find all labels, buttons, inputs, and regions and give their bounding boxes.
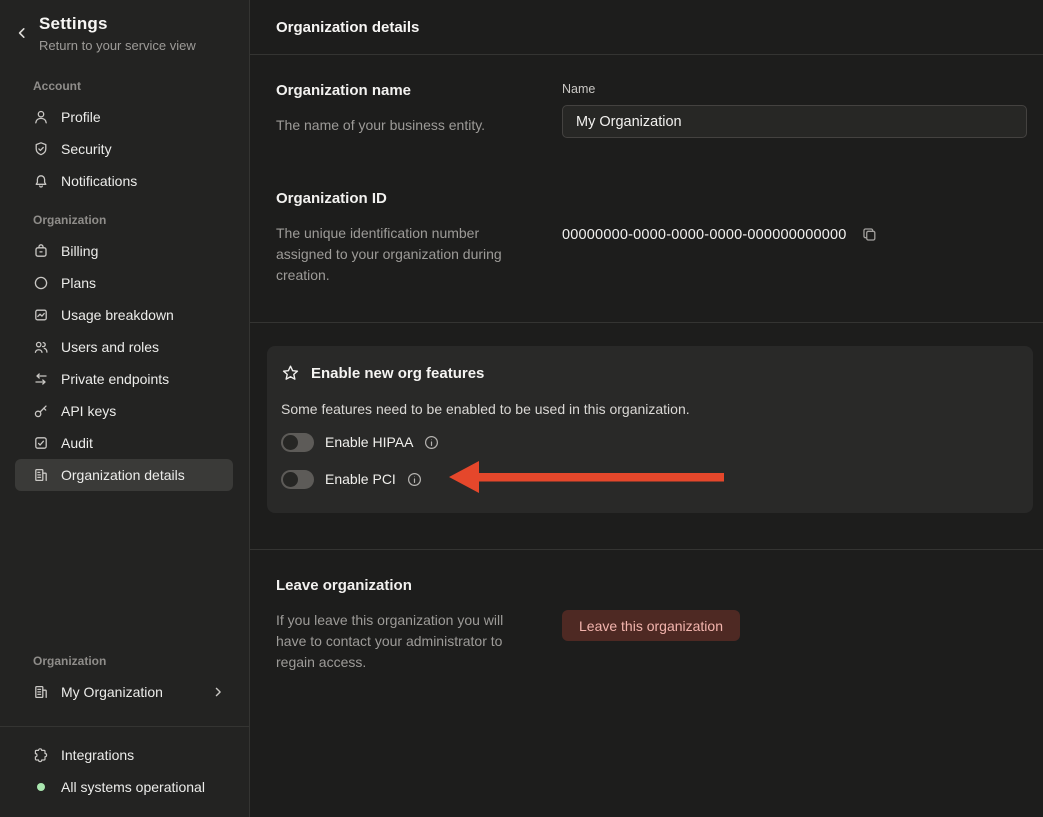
sidebar-footer: Integrations All systems operational [0,727,249,817]
main-content: Organization name The name of your busin… [250,55,1043,817]
org-switcher-name: My Organization [61,684,163,700]
section-divider [250,549,1043,550]
sidebar-bottom: Organization My Organization Integration… [0,654,249,817]
settings-page: Settings Return to your service view Acc… [0,0,1043,817]
audit-check-icon [33,435,49,451]
sidebar-item-audit[interactable]: Audit [15,427,233,459]
leave-org-heading: Leave organization [276,577,526,594]
status-dot-icon [33,783,49,791]
org-name-description: The name of your business entity. [276,115,526,136]
sidebar-item-plans[interactable]: Plans [15,267,233,299]
sidebar-item-label: Usage breakdown [61,307,174,323]
enable-pci-toggle[interactable] [281,470,314,489]
features-card: Enable new org features Some features ne… [267,346,1033,513]
section-label-organization: Organization [33,213,233,227]
org-id-value: 00000000-0000-0000-0000-000000000000 [562,227,847,243]
enable-hipaa-toggle[interactable] [281,433,314,452]
org-id-heading: Organization ID [276,190,526,207]
shield-icon [33,141,49,157]
sidebar-item-label: Billing [61,243,98,259]
name-field-label: Name [562,82,1027,96]
copy-icon[interactable] [861,226,878,243]
sidebar-item-billing[interactable]: Billing [15,235,233,267]
sidebar-item-label: API keys [61,403,116,419]
system-status-label: All systems operational [61,779,205,795]
sidebar-item-notifications[interactable]: Notifications [15,165,233,197]
org-switcher-label: Organization [33,654,233,668]
pci-toggle-label: Enable PCI [325,471,396,487]
org-name-section: Organization name The name of your busin… [250,82,1043,138]
sidebar-item-profile[interactable]: Profile [15,101,233,133]
sidebar-header: Settings Return to your service view [0,0,249,53]
sidebar-subtitle[interactable]: Return to your service view [39,38,196,53]
sidebar-item-label: Security [61,141,112,157]
building-icon [33,467,49,483]
sidebar-item-security[interactable]: Security [15,133,233,165]
sidebar-item-label: Organization details [61,467,185,483]
chevron-left-icon[interactable] [14,25,30,53]
arrows-swap-icon [33,371,49,387]
info-icon[interactable] [424,435,439,450]
sidebar-item-label: Integrations [61,747,134,763]
sidebar-item-label: Notifications [61,173,137,189]
section-label-account: Account [33,79,233,93]
hipaa-toggle-row: Enable HIPAA [281,430,1017,454]
bell-icon [33,173,49,189]
key-icon [33,403,49,419]
user-icon [33,109,49,125]
sidebar-item-integrations[interactable]: Integrations [15,739,233,771]
wallet-icon [33,243,49,259]
pci-toggle-row: Enable PCI [281,467,1017,491]
leave-org-description: If you leave this organization you will … [276,610,526,673]
sidebar-item-label: Private endpoints [61,371,169,387]
info-icon[interactable] [407,472,422,487]
sidebar-item-label: Profile [61,109,101,125]
org-name-heading: Organization name [276,82,526,99]
annotation-arrow-icon [449,459,726,500]
system-status-item[interactable]: All systems operational [15,771,233,803]
sidebar-item-label: Plans [61,275,96,291]
features-card-description: Some features need to be enabled to be u… [281,401,1017,417]
features-card-title: Enable new org features [311,365,484,382]
sidebar-item-private-endpoints[interactable]: Private endpoints [15,363,233,395]
org-id-description: The unique identification number assigne… [276,223,526,286]
sidebar-item-users-and-roles[interactable]: Users and roles [15,331,233,363]
sidebar-item-label: Users and roles [61,339,159,355]
chart-icon [33,307,49,323]
sidebar-title: Settings [39,14,196,34]
org-name-input[interactable] [562,105,1027,138]
org-switcher-item[interactable]: My Organization [15,676,233,708]
star-icon [281,364,300,383]
chevron-right-icon [211,685,225,699]
sidebar-item-api-keys[interactable]: API keys [15,395,233,427]
leave-organization-button[interactable]: Leave this organization [562,610,740,641]
sidebar-item-organization-details[interactable]: Organization details [15,459,233,491]
sidebar: Settings Return to your service view Acc… [0,0,250,817]
sidebar-item-label: Audit [61,435,93,451]
sidebar-item-usage-breakdown[interactable]: Usage breakdown [15,299,233,331]
puzzle-icon [33,747,49,763]
section-divider [250,322,1043,323]
main-panel: Organization details Organization name T… [250,0,1043,817]
circle-icon [33,275,49,291]
leave-org-section: Leave organization If you leave this org… [250,577,1043,673]
building-icon [33,684,49,700]
org-id-section: Organization ID The unique identificatio… [250,190,1043,286]
hipaa-toggle-label: Enable HIPAA [325,434,413,450]
users-icon [33,339,49,355]
page-title: Organization details [250,0,1043,55]
